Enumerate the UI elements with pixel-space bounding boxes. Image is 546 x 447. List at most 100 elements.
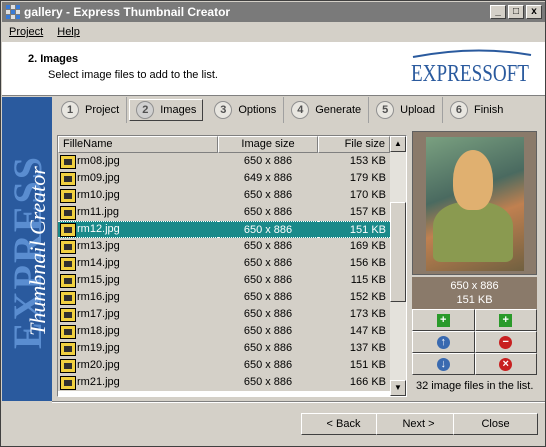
row-image-size: 650 x 886 xyxy=(243,325,293,337)
x-icon: × xyxy=(499,357,513,371)
title-bar[interactable]: gallery - Express Thumbnail Creator _ □ … xyxy=(2,2,545,22)
wizard-tabs: 1 Project 2 Images 3 Options 4 Generate 5 Upl… xyxy=(54,97,545,123)
filename-text: rm08.jpg xyxy=(77,155,120,167)
table-row[interactable]: rm10.jpg 650 x 886 170 KB xyxy=(58,187,406,204)
jpg-file-icon xyxy=(60,324,76,339)
table-row[interactable]: rm08.jpg 650 x 886 153 KB xyxy=(58,153,406,170)
tab-generate[interactable]: 4 Generate xyxy=(284,97,370,123)
tab-options-label: Options xyxy=(238,104,277,116)
column-header-image-size[interactable]: Image size xyxy=(218,136,318,153)
step-description: Select image files to add to the list. xyxy=(48,69,218,81)
table-row[interactable]: rm15.jpg 650 x 886 115 KB xyxy=(58,272,406,289)
tab-finish[interactable]: 6 Finish xyxy=(443,97,510,123)
jpg-file-icon xyxy=(60,256,76,271)
tab-project[interactable]: 1 Project xyxy=(54,97,128,123)
table-row[interactable]: rm12.jpg 650 x 886 151 KB xyxy=(58,221,406,238)
row-file-size: 157 KB xyxy=(349,206,386,218)
row-image-size: 650 x 886 xyxy=(243,308,293,320)
arrow-down-icon: ↓ xyxy=(436,357,450,371)
row-file-size: 166 KB xyxy=(349,376,386,388)
move-down-button[interactable]: ↓ xyxy=(412,353,475,375)
scroll-down-arrow-icon[interactable]: ▼ xyxy=(390,380,406,396)
table-row[interactable]: rm18.jpg 650 x 886 147 KB xyxy=(58,323,406,340)
file-count-text: 32 image files in the list. xyxy=(416,380,534,392)
row-filename: rm10.jpg xyxy=(58,187,218,204)
table-row[interactable]: rm09.jpg 649 x 886 179 KB xyxy=(58,170,406,187)
tab-images[interactable]: 2 Images xyxy=(129,99,204,121)
maximize-button[interactable]: □ xyxy=(508,5,524,19)
preview-monster-shape xyxy=(433,202,513,262)
row-filename: rm08.jpg xyxy=(58,153,218,170)
filename-text: rm21.jpg xyxy=(77,376,120,388)
add-files-button[interactable]: + xyxy=(412,309,475,331)
jpg-file-icon xyxy=(60,188,76,203)
tab-options[interactable]: 3 Options xyxy=(207,97,285,123)
step-title: 2. Images xyxy=(28,53,79,65)
table-row[interactable]: rm16.jpg 650 x 886 152 KB xyxy=(58,289,406,306)
filename-text: rm18.jpg xyxy=(77,325,120,337)
filename-text: rm20.jpg xyxy=(77,359,120,371)
wizard-header: 2. Images Select image files to add to t… xyxy=(2,42,545,96)
table-row[interactable]: rm17.jpg 650 x 886 173 KB xyxy=(58,306,406,323)
brand-sidebar: EXPRESS Thumbnail Creator xyxy=(2,97,52,401)
plus-icon: + xyxy=(436,313,450,327)
scroll-up-arrow-icon[interactable]: ▲ xyxy=(390,136,406,152)
close-window-button[interactable]: x xyxy=(526,5,542,19)
table-row[interactable]: rm21.jpg 650 x 886 166 KB xyxy=(58,374,406,391)
jpg-file-icon xyxy=(60,205,76,220)
image-preview xyxy=(412,131,537,275)
row-filename: rm15.jpg xyxy=(58,272,218,289)
remove-button[interactable]: − xyxy=(474,331,537,353)
menu-bar: Project Help xyxy=(2,23,87,41)
preview-panel: 650 x 886 151 KB + + ↑ − ↓ × 32 image fi… xyxy=(412,131,540,397)
table-row[interactable]: rm19.jpg 650 x 886 137 KB xyxy=(58,340,406,357)
filename-text: rm17.jpg xyxy=(77,308,120,320)
table-row[interactable]: rm11.jpg 650 x 886 157 KB xyxy=(58,204,406,221)
row-image-size: 650 x 886 xyxy=(243,376,293,388)
row-file-size: 147 KB xyxy=(349,325,386,337)
row-image-size: 650 x 886 xyxy=(243,291,293,303)
close-button[interactable]: Close xyxy=(453,413,538,435)
row-filename: rm16.jpg xyxy=(58,289,218,306)
filename-text: rm12.jpg xyxy=(77,223,120,235)
add-folder-button[interactable]: + xyxy=(474,309,537,331)
jpg-file-icon xyxy=(60,171,76,186)
jpg-file-icon xyxy=(60,341,76,356)
jpg-file-icon xyxy=(60,290,76,305)
preview-dimensions: 650 x 886 xyxy=(450,280,499,292)
row-image-size: 649 x 886 xyxy=(243,172,293,184)
row-image-size: 650 x 886 xyxy=(243,257,293,269)
column-header-filename[interactable]: FilleName xyxy=(58,136,218,153)
list-scrollbar[interactable]: ▲ ▼ xyxy=(390,136,406,396)
scroll-thumb[interactable] xyxy=(390,202,406,302)
minimize-button[interactable]: _ xyxy=(490,5,506,19)
image-file-list[interactable]: FilleName Image size File size rm08.jpg 6… xyxy=(57,135,407,397)
row-file-size: 179 KB xyxy=(349,172,386,184)
column-header-file-size[interactable]: File size xyxy=(318,136,390,153)
app-window: gallery - Express Thumbnail Creator _ □ … xyxy=(0,0,546,447)
jpg-file-icon xyxy=(60,307,76,322)
menu-help[interactable]: Help xyxy=(50,26,87,38)
list-rows: rm08.jpg 650 x 886 153 KB rm09.jpg 649 x 886… xyxy=(58,153,406,391)
table-row[interactable]: rm20.jpg 650 x 886 151 KB xyxy=(58,357,406,374)
filename-text: rm16.jpg xyxy=(77,291,120,303)
tab-upload[interactable]: 5 Upload xyxy=(369,97,443,123)
next-button[interactable]: Next > xyxy=(376,413,461,435)
preview-file-size: 151 KB xyxy=(456,294,493,306)
row-filename: rm21.jpg xyxy=(58,374,218,391)
move-up-button[interactable]: ↑ xyxy=(412,331,475,353)
jpg-file-icon xyxy=(60,375,76,390)
back-button[interactable]: < Back xyxy=(301,413,386,435)
step-4-icon: 4 xyxy=(291,101,310,119)
clear-list-button[interactable]: × xyxy=(474,353,537,375)
menu-project[interactable]: Project xyxy=(2,26,50,38)
table-row[interactable]: rm13.jpg 650 x 886 169 KB xyxy=(58,238,406,255)
footer-divider xyxy=(52,401,545,403)
table-row[interactable]: rm14.jpg 650 x 886 156 KB xyxy=(58,255,406,272)
row-filename: rm19.jpg xyxy=(58,340,218,357)
jpg-file-icon xyxy=(60,154,76,169)
tab-generate-label: Generate xyxy=(315,104,362,116)
step-6-icon: 6 xyxy=(449,101,468,119)
row-image-size: 650 x 886 xyxy=(243,240,293,252)
row-image-size: 650 x 886 xyxy=(243,342,293,354)
